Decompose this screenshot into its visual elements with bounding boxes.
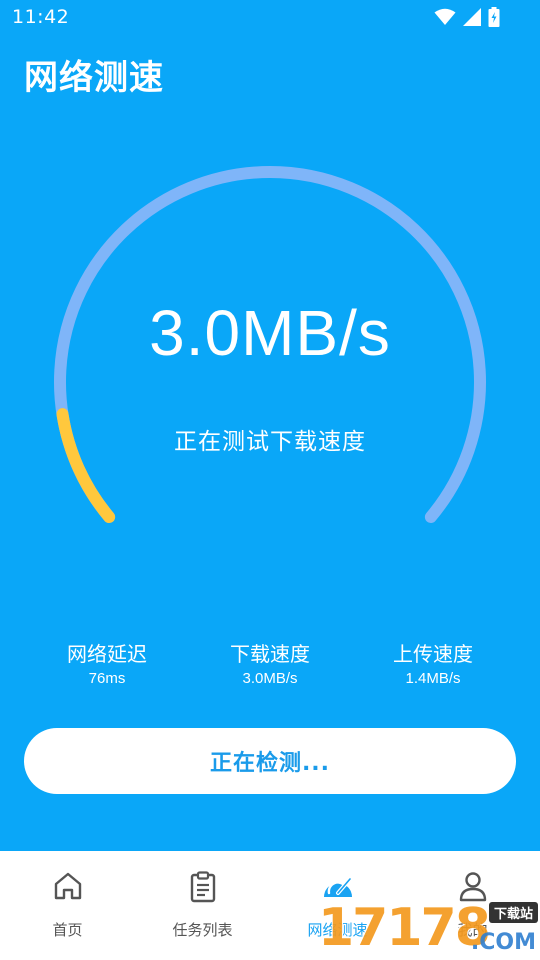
stat-upload: 上传速度 1.4MB/s [353,640,513,687]
stat-download: 下载速度 3.0MB/s [190,640,350,687]
nav-label-tasks: 任务列表 [172,921,233,939]
clipboard-icon [190,871,215,903]
nav-item-speed-test[interactable]: 网络测速 [270,851,405,960]
speedometer-icon [323,877,352,897]
nav-item-home[interactable]: 首页 [0,851,135,960]
stat-latency-value: 76ms [88,670,126,687]
speed-gauge [54,166,486,523]
stat-latency-label: 网络延迟 [67,642,147,666]
stat-download-value: 3.0MB/s [242,670,298,687]
home-icon [54,872,81,900]
stat-latency: 网络延迟 76ms [27,640,187,687]
speed-status-text: 正在测试下载速度 [174,429,366,455]
stat-upload-label: 上传速度 [393,642,473,666]
nav-label-home: 首页 [52,921,83,939]
stat-upload-value: 1.4MB/s [405,670,461,687]
nav-label-speed-test: 网络测速 [307,921,368,939]
stat-download-label: 下载速度 [230,642,310,666]
main-panel: 11:42 网络测速 3.0MB/s 正在测试下载速度 网络延迟 76ms 下载… [0,0,540,851]
bottom-nav: 首页 任务列表 网络测速 我的 [0,851,540,960]
nav-item-mine[interactable]: 我的 [405,851,540,960]
user-icon [459,872,486,902]
speed-value: 3.0MB/s [149,297,391,369]
nav-label-mine: 我的 [457,921,488,939]
detect-button[interactable]: 正在检测... [24,728,516,794]
nav-item-tasks[interactable]: 任务列表 [135,851,270,960]
